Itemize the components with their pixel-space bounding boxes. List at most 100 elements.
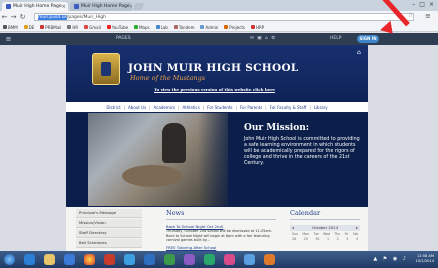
side-menu-item[interactable]: Mission/Vision [76, 219, 142, 228]
close-tab-icon[interactable]: × [62, 4, 66, 10]
bookmark-star-icon[interactable]: ☆ [408, 12, 413, 19]
windows-taskbar: ▲ ⚑ ◉ ♪ 12:58 AM 10/1/2014 [0, 251, 438, 268]
weekday-label: Mon [302, 232, 310, 236]
publisher-icon[interactable] [204, 254, 215, 265]
calendar-day[interactable]: 30 [315, 237, 319, 241]
browser-menu-icon[interactable]: ≡ [425, 12, 431, 20]
nav-district[interactable]: District [103, 105, 123, 110]
bookmark-item[interactable]: HR [67, 25, 78, 30]
reload-icon[interactable]: ↻ [18, 13, 27, 21]
side-menu-item[interactable]: Principal's Message [76, 209, 142, 218]
calendar-heading: Calendar [290, 209, 360, 220]
window-controls: – □ × [412, 1, 434, 8]
help-link[interactable]: HELP [330, 36, 341, 41]
browser-tab-strip: Muir High Home Page × Muir High Home Pag… [0, 0, 438, 11]
side-menu-item[interactable]: Staff Directory [76, 229, 142, 238]
side-menu-item[interactable]: Bell Schedules [76, 239, 142, 248]
school-tagline: Home of the Mustangs [130, 74, 206, 82]
nav-academics[interactable]: Academics [151, 105, 179, 110]
app-icon[interactable] [264, 254, 275, 265]
hamburger-menu-icon[interactable]: ≡ [4, 35, 13, 43]
maximize-icon[interactable]: □ [419, 1, 425, 8]
student-figure [162, 123, 186, 163]
calendar-day[interactable]: 2 [337, 237, 339, 241]
onenote-icon[interactable] [184, 254, 195, 265]
school-name: JOHN MUIR HIGH SCHOOL [128, 62, 299, 74]
home-icon[interactable]: ⌂ [357, 49, 361, 56]
tab-title: Muir High Home Page [13, 4, 62, 9]
calendar-day[interactable]: 1 [327, 237, 329, 241]
bookmark-item[interactable]: Admin [200, 25, 218, 30]
lower-content: Principal's Message Mission/Vision Staff… [66, 207, 368, 251]
page-viewport: JOHN MUIR HIGH SCHOOL Home of the Mustan… [0, 45, 438, 251]
close-window-icon[interactable]: × [429, 1, 434, 8]
calendar-section: Calendar ◂ October 2014 ▸ Sun Mon Tue We… [290, 209, 360, 241]
calendar-day[interactable]: 29 [304, 237, 308, 241]
taskbar-clock[interactable]: 12:58 AM 10/1/2014 [416, 254, 434, 264]
school-crest-logo [92, 53, 120, 85]
calendar-day[interactable]: 3 [346, 237, 348, 241]
bookmark-item[interactable]: YouTube [106, 25, 128, 30]
bookmark-item[interactable]: DE [23, 25, 34, 30]
sign-in-button[interactable]: SIGN IN [357, 35, 379, 43]
nav-for-students[interactable]: For Students [204, 105, 235, 110]
address-row: ← → ↻ muir.pusd.us/pages/Muir_High ☆ ≡ [0, 11, 438, 23]
bookmark-item[interactable]: HRP [251, 25, 264, 30]
calendar-day[interactable]: 4 [356, 237, 358, 241]
close-tab-icon[interactable]: × [130, 4, 132, 10]
file-explorer-icon[interactable] [44, 254, 55, 265]
hero-fade [198, 113, 238, 206]
toolbar-tool-icons[interactable]: ✉ ▣ ⌂ ⚙ [250, 36, 276, 41]
start-button-icon[interactable] [4, 254, 15, 265]
bookmark-item[interactable]: PRBMail [40, 25, 61, 30]
news-body: Thursday, October 2nd school will be dis… [166, 229, 273, 242]
minimize-icon[interactable]: – [412, 1, 415, 8]
site-header: JOHN MUIR HIGH SCHOOL Home of the Mustan… [66, 45, 368, 101]
side-menu: Principal's Message Mission/Vision Staff… [76, 209, 142, 249]
calendar-week-row: 28 29 30 1 2 3 4 [290, 237, 360, 241]
nav-for-parents[interactable]: For Parents [237, 105, 265, 110]
chrome-icon[interactable] [84, 254, 95, 265]
tab-muir-high-home[interactable]: Muir High Home Page × [2, 2, 68, 11]
bookmark-item[interactable]: Tandem [173, 25, 194, 30]
bookmark-item[interactable]: Projects [224, 25, 245, 30]
page-favicon-icon [6, 4, 11, 9]
nav-faculty-staff[interactable]: For Faculty & Staff [267, 105, 310, 110]
page-favicon-icon [74, 4, 79, 9]
prev-month-icon[interactable]: ◂ [290, 225, 294, 231]
calendar-day[interactable]: 28 [292, 237, 296, 241]
paint-icon[interactable] [224, 254, 235, 265]
bookmark-item[interactable]: Maps [134, 25, 150, 30]
nav-athletics[interactable]: Athletics [179, 105, 202, 110]
bookmark-item[interactable]: Gmail [84, 25, 101, 30]
app-icon[interactable] [244, 254, 255, 265]
nav-library[interactable]: Library [311, 105, 331, 110]
school-site: JOHN MUIR HIGH SCHOOL Home of the Mustan… [66, 45, 368, 251]
nav-about-us[interactable]: About Us [125, 105, 149, 110]
outlook-icon[interactable] [144, 254, 155, 265]
news-next-link[interactable]: FREE Tutoring After School [166, 245, 276, 250]
system-tray-icons[interactable]: ▲ ⚑ ◉ ♪ [373, 256, 408, 262]
internet-explorer-icon[interactable] [24, 254, 35, 265]
pottery-wheel [122, 165, 182, 187]
new-tab-button[interactable] [132, 3, 145, 10]
clock-date: 10/1/2014 [415, 259, 434, 263]
hero-banner: Our Mission: John Muir High School is co… [66, 113, 368, 206]
word-icon[interactable] [64, 254, 75, 265]
pages-menu[interactable]: PAGES [116, 36, 131, 41]
weekday-label: Sun [292, 232, 299, 236]
news-section: News Back To School Night Oct 2nd! Thurs… [166, 209, 276, 250]
media-icon[interactable] [124, 254, 135, 265]
bookmark-item[interactable]: Lab [155, 25, 168, 30]
tab-muir-high-home-2[interactable]: Muir High Home Page × [70, 2, 132, 11]
forward-icon[interactable]: → [9, 13, 18, 21]
previous-version-link[interactable]: To view the previous version of this web… [154, 87, 275, 92]
back-icon[interactable]: ← [0, 13, 9, 21]
url-selected-text: muir.pusd.us [38, 15, 67, 20]
excel-icon[interactable] [164, 254, 175, 265]
next-month-icon[interactable]: ▸ [356, 225, 360, 231]
mission-title: Our Mission: [244, 123, 310, 133]
address-bar[interactable]: muir.pusd.us/pages/Muir_High [34, 13, 414, 21]
powerpoint-icon[interactable] [104, 254, 115, 265]
bookmark-item[interactable]: BMM [3, 25, 18, 30]
